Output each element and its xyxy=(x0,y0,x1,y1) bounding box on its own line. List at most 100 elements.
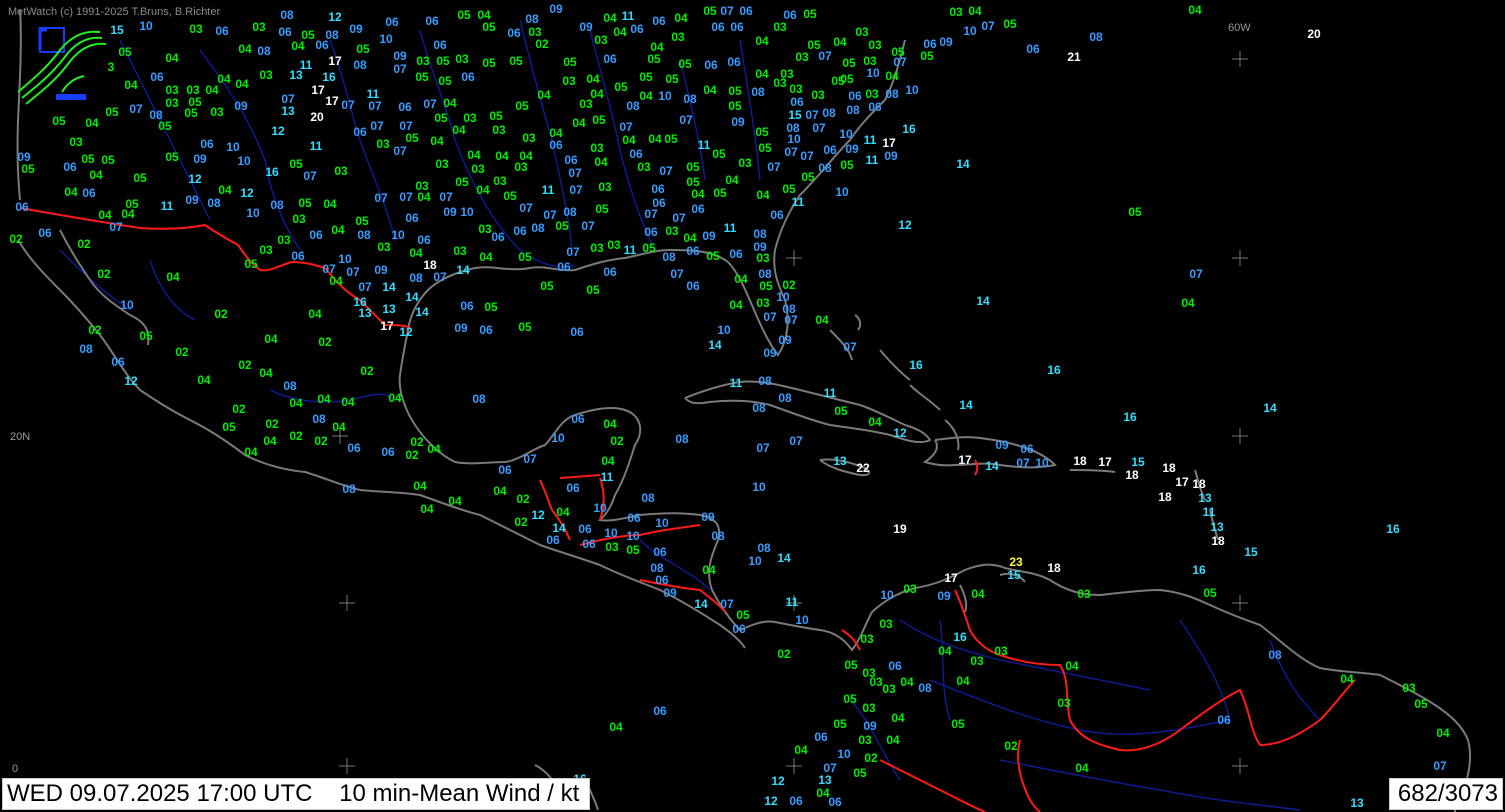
wind-station-value: 05 xyxy=(563,55,577,69)
wind-station-value: 04 xyxy=(217,72,231,86)
wind-station-value: 10 xyxy=(752,480,766,494)
wind-station-value: 06 xyxy=(789,794,803,808)
wind-station-value: 05 xyxy=(713,186,727,200)
wind-station-value: 10 xyxy=(120,298,134,312)
wind-station-value: 05 xyxy=(755,125,769,139)
wind-station-value: 06 xyxy=(398,100,412,114)
wind-station-value: 08 xyxy=(207,196,221,210)
wind-station-value: 04 xyxy=(244,445,258,459)
wind-station-value: 04 xyxy=(1436,726,1450,740)
wind-station-value: 15 xyxy=(110,23,124,37)
wind-station-value: 10 xyxy=(391,228,405,242)
wind-station-value: 04 xyxy=(427,442,441,456)
wind-station-value: 13 xyxy=(1210,520,1224,534)
map-label-equator: 0 xyxy=(12,763,18,775)
wind-station-value: 05 xyxy=(586,283,600,297)
wind-station-value: 03 xyxy=(590,141,604,155)
wind-station-value: 04 xyxy=(702,563,716,577)
wind-station-value: 05 xyxy=(118,45,132,59)
wind-station-value: 05 xyxy=(434,111,448,125)
wind-station-value: 05 xyxy=(642,241,656,255)
wind-station-value: 04 xyxy=(493,484,507,498)
wind-station-value: 06 xyxy=(653,545,667,559)
wind-station-value: 03 xyxy=(471,162,485,176)
wind-station-value: 05 xyxy=(1128,205,1142,219)
wind-station-value: 06 xyxy=(1217,713,1231,727)
wind-station-value: 08 xyxy=(846,103,860,117)
wind-station-value: 08 xyxy=(752,401,766,415)
wind-station-value: 09 xyxy=(701,510,715,524)
wind-station-value: 08 xyxy=(257,44,271,58)
wind-station-value: 08 xyxy=(758,374,772,388)
wind-station-value: 04 xyxy=(703,83,717,97)
wind-station-value: 06 xyxy=(790,95,804,109)
wind-station-value: 04 xyxy=(734,272,748,286)
wind-station-value: 08 xyxy=(283,379,297,393)
wind-station-value: 03 xyxy=(210,105,224,119)
wind-station-value: 10 xyxy=(880,588,894,602)
wind-station-value: 06 xyxy=(546,533,560,547)
datetime-label: WED 09.07.2025 17:00 UTC xyxy=(7,780,313,807)
wind-station-value: 07 xyxy=(439,190,453,204)
wind-station-value: 02 xyxy=(610,434,624,448)
wind-station-value: 04 xyxy=(409,246,423,260)
wind-station-value: 18 xyxy=(1192,477,1206,491)
wind-station-value: 04 xyxy=(572,116,586,130)
wind-station-value: 16 xyxy=(909,358,923,372)
wind-station-value: 09 xyxy=(939,35,953,49)
wind-station-value: 06 xyxy=(564,153,578,167)
wind-station-value: 07 xyxy=(981,19,995,33)
wind-station-value: 05 xyxy=(139,329,153,343)
wind-station-value: 04 xyxy=(868,415,882,429)
wind-station-value: 02 xyxy=(535,37,549,51)
wind-station-value: 02 xyxy=(97,267,111,281)
wind-station-value: 11 xyxy=(624,243,637,257)
station-counter: 682/3073 xyxy=(1388,778,1503,810)
wind-station-value: 06 xyxy=(549,138,563,152)
wind-station-value: 06 xyxy=(347,441,361,455)
wind-station-value: 05 xyxy=(951,717,965,731)
wind-station-value: 05 xyxy=(518,320,532,334)
wind-station-value: 04 xyxy=(725,173,739,187)
wind-station-value: 02 xyxy=(175,345,189,359)
wind-station-value: 04 xyxy=(794,743,808,757)
wind-station-value: 11 xyxy=(824,386,837,400)
wind-station-value: 06 xyxy=(704,58,718,72)
wind-station-value: 03 xyxy=(562,74,576,88)
wind-station-value: 04 xyxy=(64,185,78,199)
wind-station-value: 04 xyxy=(971,587,985,601)
wind-station-value: 09 xyxy=(884,149,898,163)
metwatch-logo-icon xyxy=(17,27,107,105)
wind-station-value: 04 xyxy=(165,51,179,65)
wind-station-value: 04 xyxy=(886,733,900,747)
wind-station-value: 05 xyxy=(678,57,692,71)
wind-station-value: 20 xyxy=(1307,27,1321,41)
wind-station-value: 03 xyxy=(773,20,787,34)
wind-station-value: 14 xyxy=(956,157,970,171)
wind-station-value: 03 xyxy=(665,224,679,238)
wind-station-value: 03 xyxy=(773,76,787,90)
wind-station-value: 04 xyxy=(417,190,431,204)
wind-station-value: 03 xyxy=(738,156,752,170)
wind-station-value: 05 xyxy=(639,70,653,84)
wind-station-value: 05 xyxy=(555,219,569,233)
wind-station-value: 04 xyxy=(85,116,99,130)
wind-station-value: 04 xyxy=(124,78,138,92)
wind-station-value: 03 xyxy=(598,180,612,194)
map-viewer[interactable]: 60W 20N 0 15 10 03 06 03 08 12 06 05 08 09 06 06 05 04… xyxy=(0,0,1505,812)
wind-station-value: 12 xyxy=(240,186,254,200)
wind-station-value: 08 xyxy=(280,8,294,22)
weather-map[interactable]: 60W 20N 0 15 10 03 06 0308 1206 05 08 09 06 06 05 04… xyxy=(0,0,1505,812)
wind-station-value: 06 xyxy=(739,4,753,18)
wind-station-value: 10 xyxy=(338,252,352,266)
wind-station-value: 09 xyxy=(454,321,468,335)
wind-station-value: 06 xyxy=(848,89,862,103)
wind-station-value: 05 xyxy=(1003,17,1017,31)
wind-station-value: 10 xyxy=(835,185,849,199)
wind-station-value: 11 xyxy=(622,9,635,23)
wind-station-value: 08 xyxy=(711,529,725,543)
wind-station-value: 18 xyxy=(1158,490,1172,504)
wind-station-value: 08 xyxy=(525,12,539,26)
wind-station-value: 03 xyxy=(165,83,179,97)
wind-station-value: 05 xyxy=(595,202,609,216)
